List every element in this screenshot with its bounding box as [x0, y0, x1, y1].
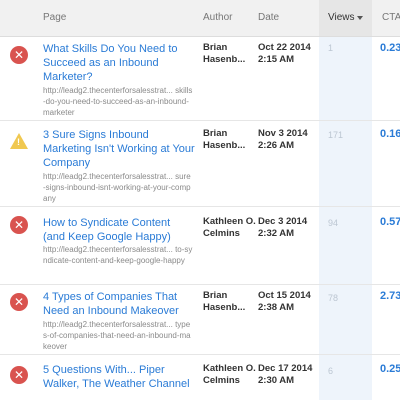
views-count: 6 [328, 366, 334, 376]
column-header-author[interactable]: Author [203, 12, 232, 23]
page-title-link[interactable]: What Skills Do You Need to Succeed as an… [43, 42, 195, 84]
cta-rate-link[interactable]: 0.16 [380, 128, 400, 140]
date-time: 2:26 AM [258, 140, 295, 151]
cta-rate-link[interactable]: 2.73 [380, 290, 400, 302]
date-day: Oct 15 2014 [258, 290, 311, 301]
page-title-link[interactable]: How to Syndicate Content (and Keep Googl… [43, 216, 195, 244]
date-day: Oct 22 2014 [258, 42, 311, 53]
pages-table: Page Author Date Views CTA ✕ What Skills… [0, 0, 400, 400]
views-count: 1 [328, 43, 334, 53]
table-row: ✕ What Skills Do You Need to Succeed as … [0, 37, 400, 121]
page-title-link[interactable]: 3 Sure Signs Inbound Marketing Isn't Wor… [43, 128, 195, 170]
table-row: ✕ How to Syndicate Content (and Keep Goo… [0, 207, 400, 285]
author-name: Brian Hasenb... [203, 128, 246, 151]
page-url: http://leadg2.thecenterforsalesstrat... … [43, 320, 191, 351]
error-icon: ✕ [10, 216, 28, 234]
cta-rate-link[interactable]: 0.25 [380, 363, 400, 375]
date-time: 2:30 AM [258, 375, 295, 386]
views-count: 94 [328, 218, 339, 228]
column-header-date[interactable]: Date [258, 12, 279, 23]
cta-rate-link[interactable]: 0.23 [380, 42, 400, 54]
page-title-link[interactable]: 5 Questions With... Piper Walker, The We… [43, 363, 195, 391]
date-time: 2:38 AM [258, 302, 295, 313]
table-row: ! 3 Sure Signs Inbound Marketing Isn't W… [0, 121, 400, 207]
error-icon: ✕ [10, 366, 28, 384]
page-url: http://leadg2.thecenterforsalesstrat... … [43, 172, 191, 203]
page-url: http://leadg2.thecenterforsalesstrat... … [43, 245, 193, 265]
column-header-cta[interactable]: CTA [382, 12, 400, 23]
column-header-page[interactable]: Page [43, 12, 66, 23]
author-name: Brian Hasenb... [203, 42, 246, 65]
views-count: 171 [328, 130, 344, 140]
warning-icon: ! [10, 133, 28, 149]
sort-descending-icon[interactable] [357, 16, 363, 20]
column-header-views[interactable]: Views [328, 12, 355, 23]
author-name: Kathleen O. Celmins [203, 216, 256, 239]
table-row: ✕ 4 Types of Companies That Need an Inbo… [0, 285, 400, 355]
date-time: 2:32 AM [258, 228, 295, 239]
views-count: 78 [328, 293, 339, 303]
publish-date: Nov 3 2014 2:26 AM [258, 128, 320, 152]
publish-date: Oct 22 2014 2:15 AM [258, 42, 320, 66]
author-name: Brian Hasenb... [203, 290, 246, 313]
table-row: ✕ 5 Questions With... Piper Walker, The … [0, 355, 400, 400]
error-icon: ✕ [10, 46, 28, 64]
date-time: 2:15 AM [258, 54, 295, 65]
table-header: Page Author Date Views CTA [0, 0, 400, 37]
cta-rate-link[interactable]: 0.57 [380, 216, 400, 228]
page-title-link[interactable]: 4 Types of Companies That Need an Inboun… [43, 290, 195, 318]
publish-date: Oct 15 2014 2:38 AM [258, 290, 320, 314]
author-name: Kathleen O. Celmins [203, 363, 256, 386]
publish-date: Dec 3 2014 2:32 AM [258, 216, 320, 240]
publish-date: Dec 17 2014 2:30 AM [258, 363, 320, 387]
date-day: Dec 17 2014 [258, 363, 313, 374]
date-day: Nov 3 2014 [258, 128, 308, 139]
date-day: Dec 3 2014 [258, 216, 308, 227]
error-icon: ✕ [10, 293, 28, 311]
page-url: http://leadg2.thecenterforsalesstrat... … [43, 86, 193, 117]
